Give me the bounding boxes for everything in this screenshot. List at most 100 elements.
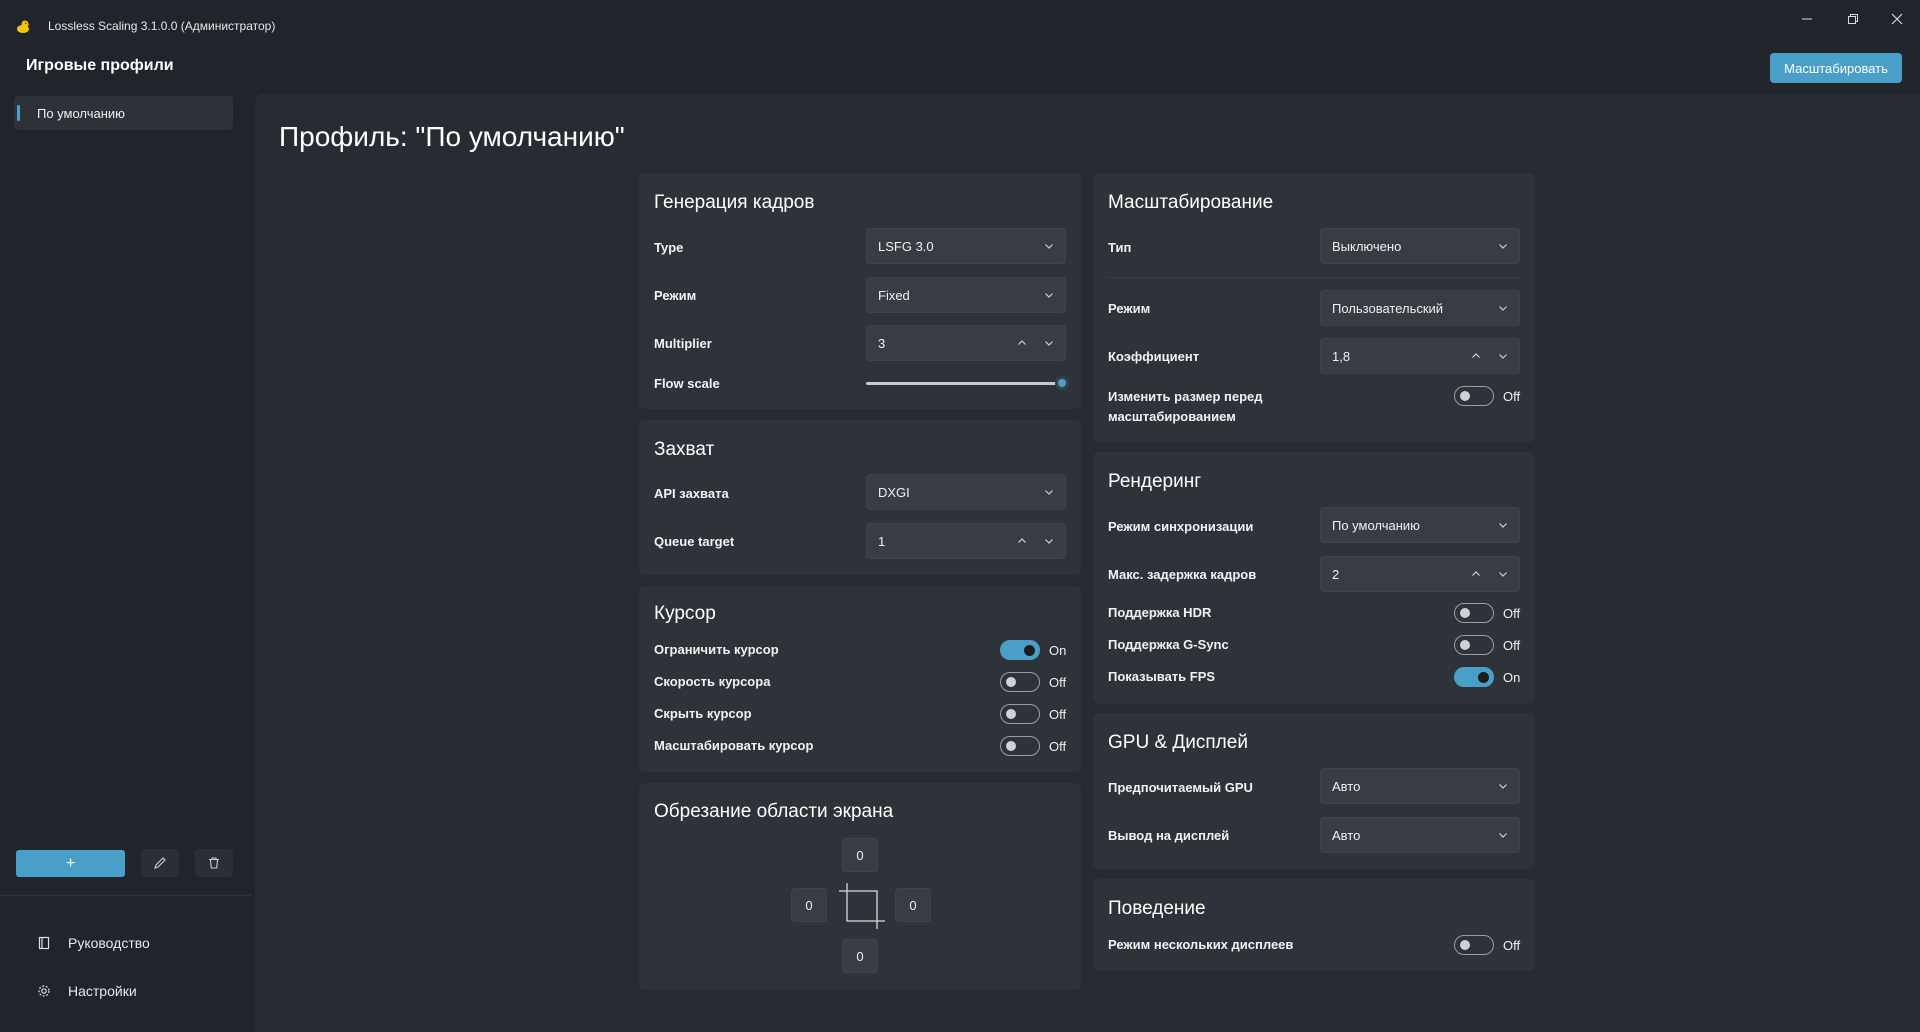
toggle-knob <box>1006 741 1016 751</box>
hdr-toggle[interactable]: Off <box>1454 603 1520 623</box>
flow-scale-label: Flow scale <box>654 376 720 391</box>
multiplier-label: Multiplier <box>654 336 712 351</box>
frame-generation-card: Генерация кадров Type LSFG 3.0 Режим Fix… <box>639 173 1081 409</box>
card-title: Курсор <box>654 603 716 624</box>
toggle-switch[interactable] <box>1000 672 1040 692</box>
sync-mode-select[interactable]: По умолчанию <box>1320 507 1520 543</box>
sidebar-divider <box>0 895 251 896</box>
mode-select[interactable]: Fixed <box>866 277 1066 313</box>
edit-profile-button[interactable] <box>141 849 179 877</box>
chevron-down-icon <box>1499 244 1507 249</box>
close-icon[interactable] <box>1882 10 1912 30</box>
chevron-down-icon[interactable] <box>1497 568 1509 580</box>
toggle-state: On <box>1503 669 1521 685</box>
type-select[interactable]: LSFG 3.0 <box>866 228 1066 264</box>
capture-api-value: DXGI <box>878 484 910 500</box>
hide-cursor-toggle[interactable]: Off <box>1000 704 1066 724</box>
scaling-type-label: Тип <box>1108 240 1132 255</box>
chevron-down-icon <box>1499 306 1507 311</box>
nav-settings[interactable]: Настройки <box>36 981 137 1001</box>
factor-value: 1,8 <box>1332 348 1351 364</box>
toggle-switch[interactable] <box>1454 935 1494 955</box>
delete-profile-button[interactable] <box>195 849 233 877</box>
selected-indicator <box>17 105 20 121</box>
resize-before-toggle[interactable]: Off <box>1454 386 1520 406</box>
toggle-knob <box>1478 671 1489 683</box>
crop-card: Обрезание области экрана 0 0 0 0 <box>639 783 1081 990</box>
window-title: Lossless Scaling 3.1.0.0 (Администратор) <box>48 19 276 33</box>
toggle-switch[interactable] <box>1454 667 1494 687</box>
toggle-state: Off <box>1049 674 1067 690</box>
scaling-type-select[interactable]: Выключено <box>1320 228 1520 264</box>
chevron-up-icon[interactable] <box>1016 535 1028 547</box>
scaling-mode-select[interactable]: Пользовательский <box>1320 290 1520 326</box>
toggle-switch[interactable] <box>1454 603 1494 623</box>
profile-item-default[interactable]: По умолчанию <box>14 96 233 130</box>
scaling-card: Масштабирование Тип Выключено Режим Поль… <box>1093 173 1535 442</box>
toggle-knob <box>1460 640 1470 650</box>
chevron-down-icon <box>1045 490 1053 495</box>
toggle-knob <box>1460 391 1470 401</box>
toggle-switch[interactable] <box>1000 704 1040 724</box>
preferred-gpu-select[interactable]: Авто <box>1320 768 1520 804</box>
chevron-up-icon[interactable] <box>1470 350 1482 362</box>
pencil-icon <box>154 857 166 869</box>
crop-left-input[interactable]: 0 <box>791 888 827 922</box>
capture-api-select[interactable]: DXGI <box>866 474 1066 510</box>
chevron-down-icon[interactable] <box>1043 535 1055 547</box>
factor-stepper[interactable]: 1,8 <box>1320 338 1520 374</box>
output-display-select[interactable]: Авто <box>1320 817 1520 853</box>
crop-icon <box>839 883 885 929</box>
trash-icon <box>209 857 219 869</box>
chevron-up-icon[interactable] <box>1016 337 1028 349</box>
max-latency-stepper[interactable]: 2 <box>1320 556 1520 592</box>
preferred-gpu-value: Авто <box>1332 778 1361 794</box>
output-display-value: Авто <box>1332 827 1361 843</box>
toggle-switch[interactable] <box>1454 386 1494 406</box>
multiplier-stepper[interactable]: 3 <box>866 325 1066 361</box>
toggle-state: Off <box>1503 388 1521 404</box>
toggle-switch[interactable] <box>1000 736 1040 756</box>
toggle-state: Off <box>1049 738 1067 754</box>
hdr-label: Поддержка HDR <box>1108 605 1212 620</box>
flow-scale-track[interactable] <box>866 382 1062 385</box>
restore-icon[interactable] <box>1838 10 1868 30</box>
multi-display-label: Режим нескольких дисплеев <box>1108 937 1294 952</box>
scale-cursor-toggle[interactable]: Off <box>1000 736 1066 756</box>
chevron-up-icon[interactable] <box>1470 568 1482 580</box>
toggle-switch[interactable] <box>1000 640 1040 660</box>
crop-right-input[interactable]: 0 <box>895 888 931 922</box>
cursor-card: Курсор Ограничить курсор On Скорость кур… <box>639 586 1081 772</box>
queue-target-value: 1 <box>878 533 886 549</box>
scale-button[interactable]: Масштабировать <box>1770 53 1902 83</box>
clip-cursor-toggle[interactable]: On <box>1000 640 1066 660</box>
crop-top-input[interactable]: 0 <box>842 838 878 872</box>
resize-before-label-line1: Изменить размер перед <box>1108 389 1263 404</box>
queue-target-stepper[interactable]: 1 <box>866 523 1066 559</box>
flow-scale-thumb[interactable] <box>1055 376 1069 390</box>
scale-cursor-label: Масштабировать курсор <box>654 738 814 753</box>
nav-guide[interactable]: Руководство <box>36 933 150 953</box>
type-label: Type <box>654 240 684 255</box>
title-bar: Lossless Scaling 3.1.0.0 (Администратор) <box>0 0 1920 50</box>
card-title: Обрезание области экрана <box>654 801 894 822</box>
mode-value: Fixed <box>878 287 910 303</box>
add-profile-button[interactable]: + <box>16 850 125 877</box>
gpu-display-card: GPU & Дисплей Предпочитаемый GPU Авто Вы… <box>1093 713 1535 869</box>
chevron-down-icon[interactable] <box>1497 350 1509 362</box>
multiplier-value: 3 <box>878 335 886 351</box>
cursor-speed-label: Скорость курсора <box>654 674 771 689</box>
crop-bottom-input[interactable]: 0 <box>842 939 878 973</box>
chevron-down-icon[interactable] <box>1043 337 1055 349</box>
show-fps-toggle[interactable]: On <box>1454 667 1520 687</box>
minimize-icon[interactable] <box>1792 10 1822 30</box>
cursor-speed-toggle[interactable]: Off <box>1000 672 1066 692</box>
nav-guide-label: Руководство <box>68 935 150 951</box>
gsync-toggle[interactable]: Off <box>1454 635 1520 655</box>
clip-cursor-label: Ограничить курсор <box>654 642 779 657</box>
toggle-switch[interactable] <box>1454 635 1494 655</box>
chevron-down-icon <box>1499 833 1507 838</box>
show-fps-label: Показывать FPS <box>1108 669 1216 684</box>
toggle-state: Off <box>1503 937 1521 953</box>
multi-display-toggle[interactable]: Off <box>1454 935 1520 955</box>
